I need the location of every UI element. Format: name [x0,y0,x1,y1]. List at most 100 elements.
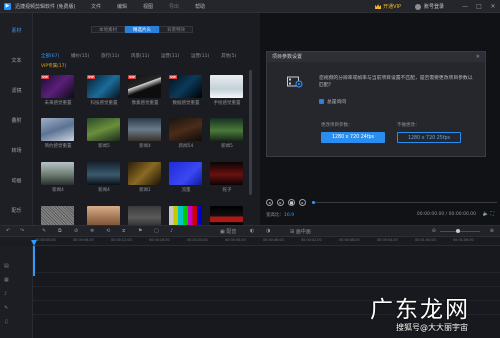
tab-featured-intro[interactable]: 精选片头 [125,26,159,33]
clip-thumbnail[interactable] [87,162,120,185]
pip-button[interactable]: ⊞ 画中画 [290,228,311,235]
menu-help[interactable]: 帮助 [195,3,205,10]
login-button[interactable]: 账号登录 [414,3,444,10]
ruler-tick: 00:00:30.00 [225,238,246,242]
volume-fullscreen-icons[interactable]: 🔈 ⛶ [483,211,494,217]
split-icon[interactable]: ≣ [90,228,94,234]
zoom-out-icon[interactable]: ⊖ [432,228,436,234]
music-track-icon[interactable]: ♫ [4,319,8,325]
change-params-label: 更改项目参数： [321,123,353,128]
track-divider [33,272,500,273]
ruler-tick: 00:01:00.00 [415,238,436,242]
filter-ops-1[interactable]: 运营(11) [161,53,179,59]
minimize-icon[interactable]: — [458,3,472,10]
tab-background-effects[interactable]: 背景特效 [159,26,193,33]
menu-file[interactable]: 文件 [91,3,101,10]
clip-label: 新闻4 [98,188,110,193]
voiceover-button[interactable]: ▣ 配音 [220,228,236,235]
clip-thumbnail[interactable] [41,118,74,141]
title-bar: ▶ 迅捷视频剪辑软件 (免费版) 文件 编辑 视图 导出 帮助 开通VIP 账号… [0,0,500,13]
vip-button[interactable]: 开通VIP [375,3,401,10]
prev-frame-icon[interactable]: ◂ [266,199,273,206]
menu-view[interactable]: 视图 [143,3,153,10]
maximize-icon[interactable]: □ [472,3,486,10]
mosaic-icon[interactable]: ◑ [266,228,270,234]
timeline-ruler[interactable]: 00:00:00.00 00:00:06.00 00:00:12.00 00:00:1… [33,237,500,246]
ruler-tick: 00:00:36.00 [263,238,284,242]
clip-thumbnail[interactable] [41,162,74,185]
delete-icon[interactable]: ⊘ [74,228,78,234]
zoom-slider[interactable] [440,229,480,233]
clip-thumbnail[interactable]: VIP [169,75,202,98]
sidebar-item-music[interactable]: 配乐 [0,207,33,214]
vip-section-label: VIP专属(17) [41,64,67,69]
edit-icon[interactable]: ✎ [42,228,46,234]
clip-thumbnail[interactable] [169,118,202,141]
filter-other[interactable]: 其他(5) [221,53,236,59]
sidebar-item-text[interactable]: 文本 [0,57,33,64]
menu-edit[interactable]: 编辑 [117,3,127,10]
clip-thumbnail[interactable]: VIP [128,75,161,98]
zoom-in-icon[interactable]: ⊕ [490,228,494,234]
clip-label: 蛇子 [222,188,232,193]
playhead[interactable] [33,246,35,276]
clip-thumbnail[interactable]: VIP [87,75,120,98]
player-controls: ◂ ▸ ■ ▸ 宽高比：16:9 00:00:00.00 / 00:00:00.… [260,195,500,225]
rotate-icon[interactable]: ⟲ [106,228,110,234]
next-frame-icon[interactable]: ▸ [299,199,306,206]
library-panel: 本地素材 精选片头 背景特效 全部(67) 婚纱(15) 旅行(11) 风景(1… [33,13,259,237]
marker-icon[interactable]: ⚑ [138,228,142,234]
always-ask-checkbox[interactable]: 总是询问 [319,98,346,105]
sidebar-item-animation[interactable]: 动画 [0,177,33,184]
filter-ops-2[interactable]: 运营(11) [191,53,209,59]
seek-bar[interactable] [312,202,497,203]
zoom-handle[interactable] [456,229,460,233]
sidebar-item-overlay[interactable]: 叠附 [0,117,33,124]
filter-wedding[interactable]: 婚纱(15) [71,53,89,59]
clip-label: 简约感觉重置 [44,144,72,149]
clip-thumbnail[interactable] [128,162,161,185]
menu-export[interactable]: 导出 [169,3,179,10]
speed-icon[interactable]: ⧖ [122,228,126,234]
library-scrollbar[interactable] [249,70,252,195]
aspect-ratio[interactable]: 宽高比：16:9 [266,212,294,218]
clip-thumbnail[interactable] [210,75,243,98]
dialog-close-icon[interactable]: ✕ [476,52,480,62]
sidebar-item-filter[interactable]: 滤镜 [0,87,33,94]
sidebar-item-transition[interactable]: 转场 [0,147,33,154]
clip-thumbnail[interactable] [210,162,243,185]
text-track-icon[interactable]: ✎ [4,305,8,311]
tab-local-material[interactable]: 本地素材 [91,26,125,33]
filter-scenery[interactable]: 风景(11) [131,53,149,59]
color-icon[interactable]: ◐ [250,228,254,234]
sidebar-item-material[interactable]: 素材 [0,27,33,34]
video-track-icon[interactable]: ▤ [4,263,9,269]
overlay-track-icon[interactable]: ▦ [4,277,9,283]
clip-label: 未来感觉重置 [44,101,72,106]
audio-track-icon[interactable]: ♪ [4,291,7,297]
clip-label: 流量 [181,188,191,193]
clip-thumbnail[interactable] [128,118,161,141]
play-icon[interactable]: ▸ [277,199,284,206]
keep-params-button[interactable]: 1280 x 720 25fps [397,132,461,143]
close-icon[interactable]: ✕ [486,3,500,10]
filter-travel[interactable]: 旅行(11) [101,53,119,59]
undo-icon[interactable]: ↶ [6,228,10,234]
project-settings-dialog: 项目参数设置 ✕ 您视频的分辨率或帧率与当前项目设置不匹配，是否需要更改项目参数… [266,51,486,157]
copy-icon[interactable]: ⧉ [58,228,62,234]
filter-all[interactable]: 全部(67) [41,53,59,59]
vip-badge: VIP [169,75,177,79]
track-headers: ▤ ▦ ♪ ✎ ♫ [0,246,33,338]
clip-thumbnail[interactable] [87,118,120,141]
seek-handle[interactable] [312,201,315,204]
ruler-tick: 00:00:18.00 [149,238,170,242]
redo-icon[interactable]: ↷ [20,228,24,234]
crop-icon[interactable]: ▢ [154,228,159,234]
ruler-tick: 00:00:48.00 [339,238,360,242]
clip-thumbnail[interactable] [169,162,202,185]
clip-thumbnail[interactable]: VIP [41,75,74,98]
change-params-button[interactable]: 1280 x 720 24fps [321,132,385,143]
stop-icon[interactable]: ■ [288,199,295,206]
clip-thumbnail[interactable] [210,118,243,141]
audio-icon[interactable]: ♪ [170,228,173,234]
